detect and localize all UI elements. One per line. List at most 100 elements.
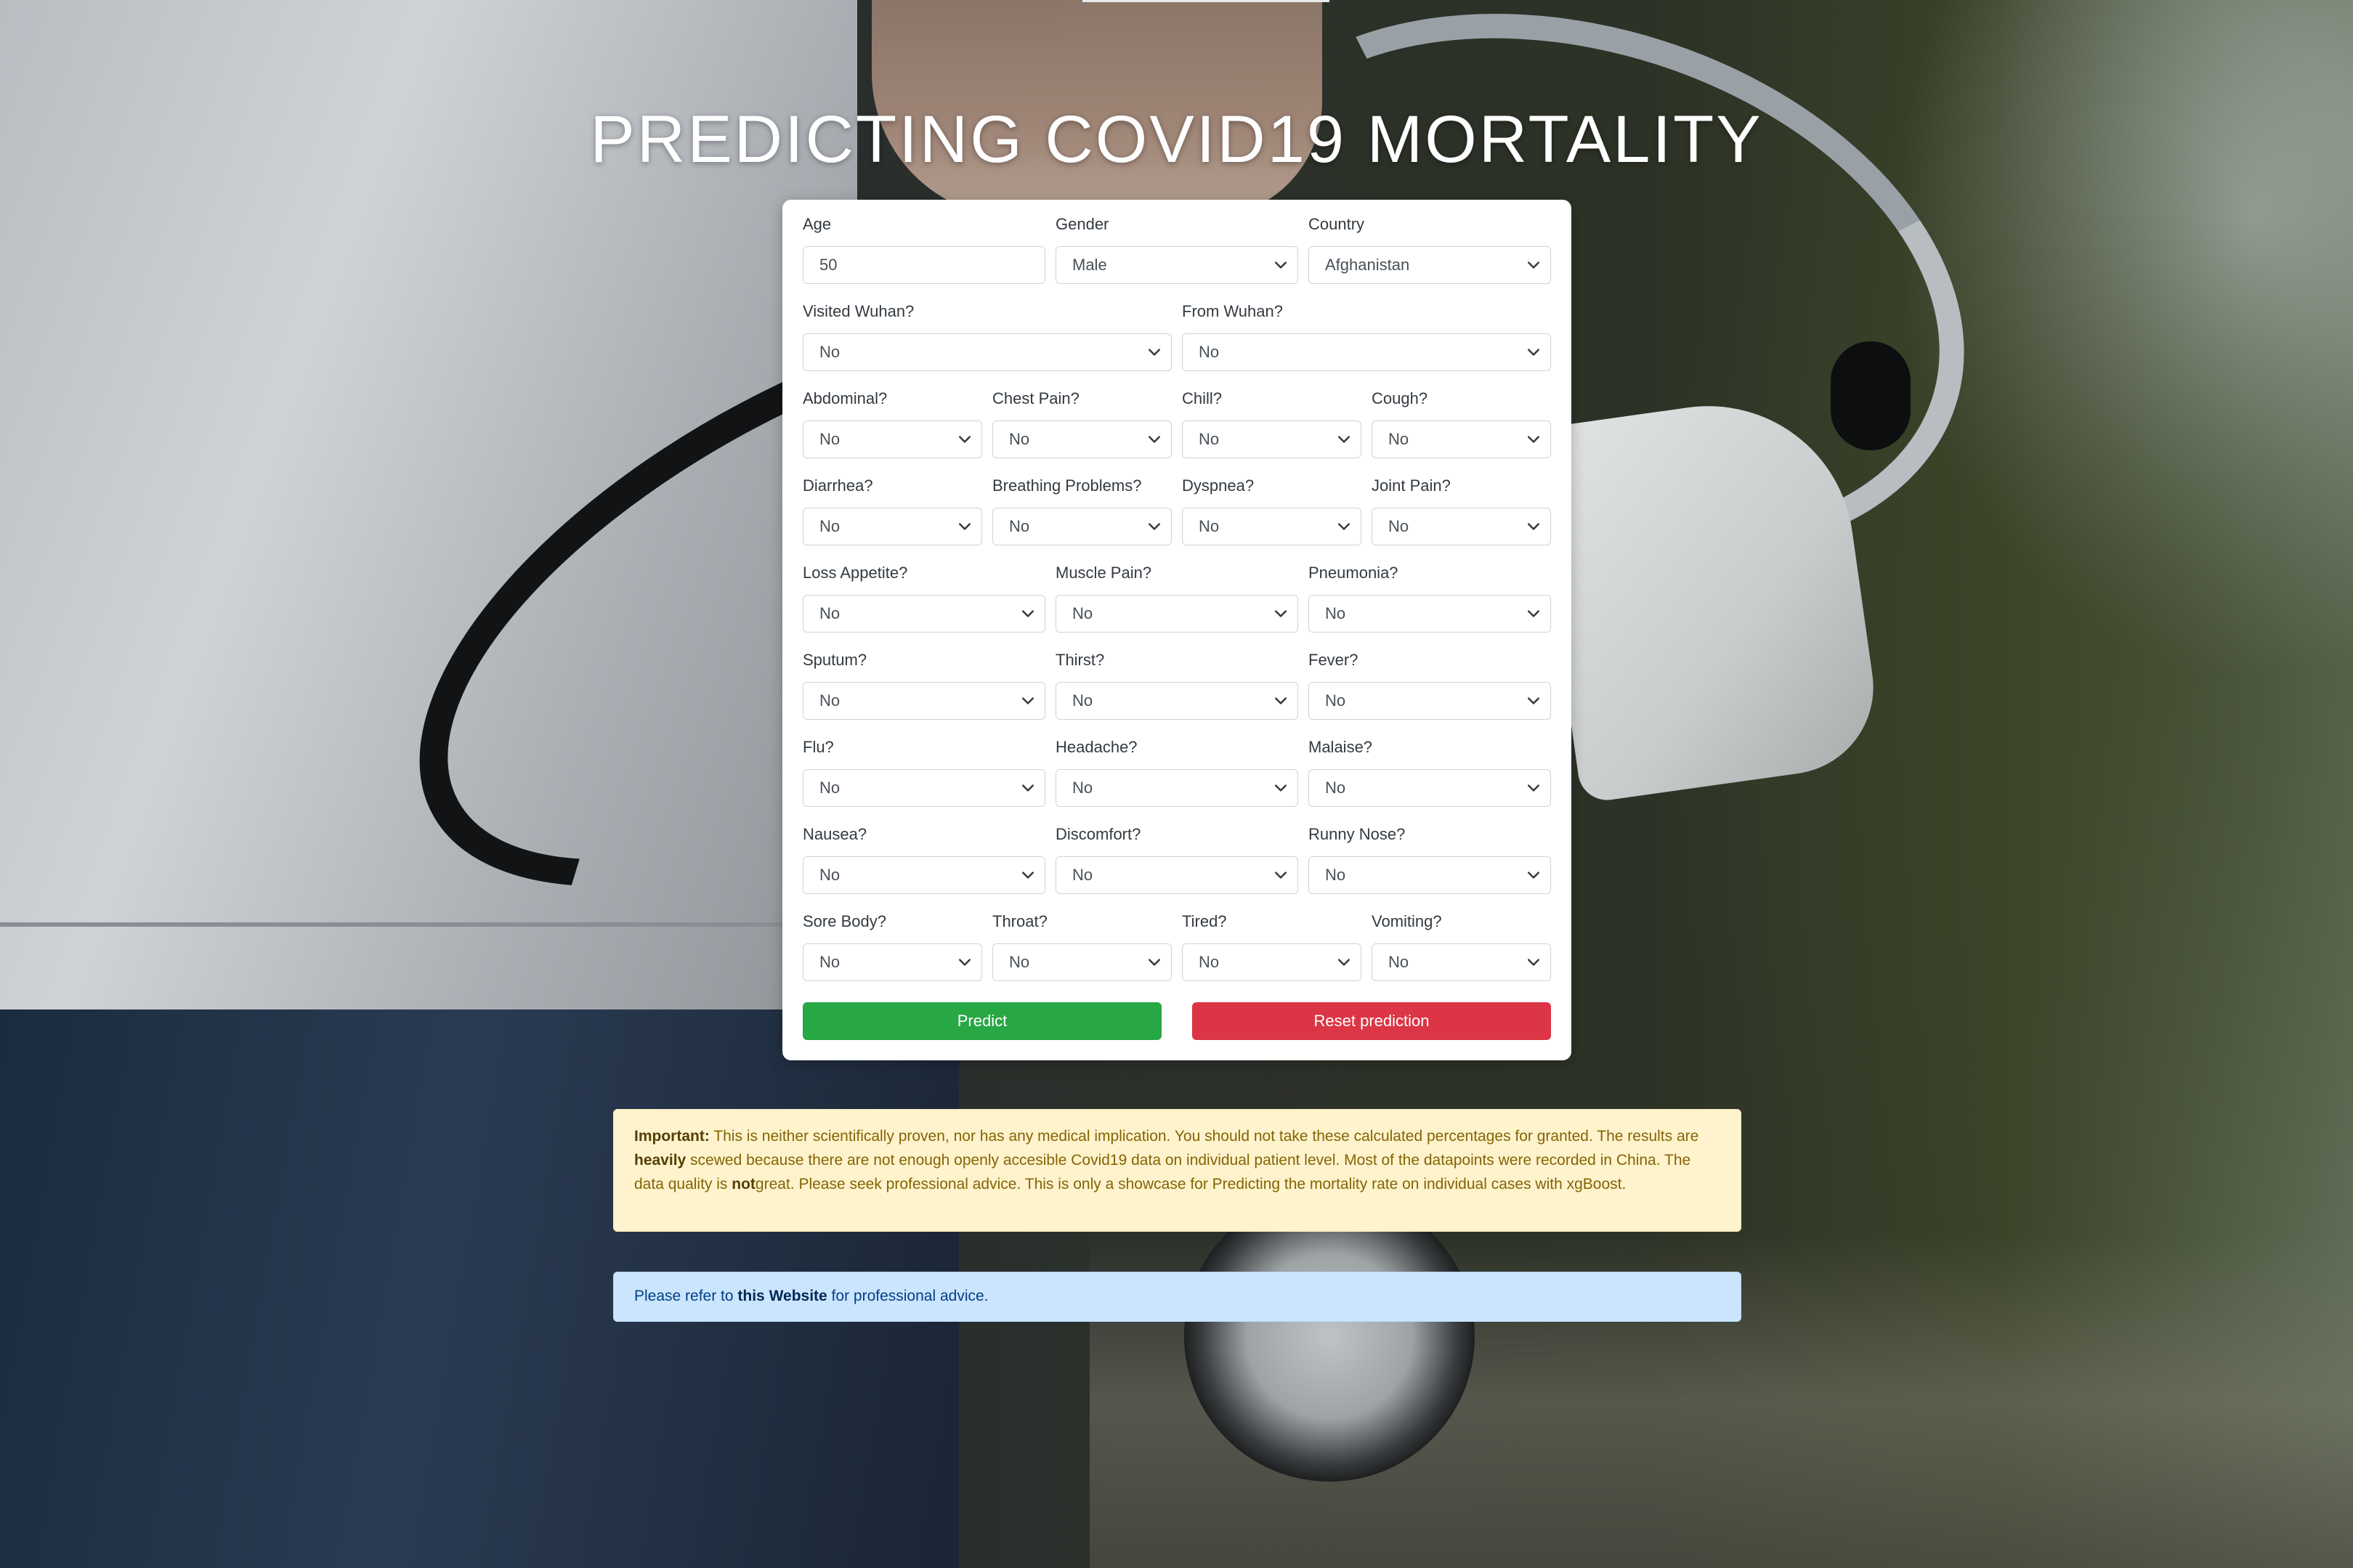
- country-label: Country: [1308, 215, 1365, 233]
- gender-select[interactable]: Male: [1056, 246, 1298, 284]
- age-input[interactable]: 50: [803, 246, 1045, 284]
- cough-field: Cough? No: [1372, 374, 1551, 458]
- form-row-symptoms-5: Flu? No Headache? No Malaise? No: [803, 723, 1551, 807]
- nausea-field: Nausea? No: [803, 810, 1045, 894]
- gender-label: Gender: [1056, 215, 1109, 233]
- malaise-field: Malaise? No: [1308, 723, 1551, 807]
- headache-field: Headache? No: [1056, 723, 1298, 807]
- chest-pain-label: Chest Pain?: [992, 389, 1080, 407]
- muscle-pain-select[interactable]: No: [1056, 595, 1298, 633]
- abdominal-field: Abdominal? No: [803, 374, 982, 458]
- vomiting-select[interactable]: No: [1372, 943, 1551, 981]
- chill-select[interactable]: No: [1182, 421, 1361, 458]
- malaise-label: Malaise?: [1308, 738, 1373, 756]
- diarrhea-select[interactable]: No: [803, 508, 982, 545]
- gender-field: Gender Male: [1056, 200, 1298, 284]
- chevron-down-icon: [1527, 259, 1540, 272]
- dyspnea-value: No: [1199, 517, 1220, 535]
- pneumonia-field: Pneumonia? No: [1308, 548, 1551, 633]
- form-row-symptoms-2: Diarrhea? No Breathing Problems? No Dysp…: [803, 461, 1551, 545]
- nausea-select[interactable]: No: [803, 856, 1045, 894]
- background-stethoscope-earpiece: [1831, 341, 1911, 450]
- nausea-value: No: [819, 866, 841, 884]
- visited-wuhan-select[interactable]: No: [803, 333, 1172, 371]
- chevron-down-icon: [1148, 346, 1161, 359]
- reset-prediction-button[interactable]: Reset prediction: [1192, 1002, 1551, 1040]
- from-wuhan-label: From Wuhan?: [1182, 302, 1283, 320]
- background-coat-hem: [0, 922, 835, 927]
- chevron-down-icon: [1021, 694, 1034, 707]
- malaise-select[interactable]: No: [1308, 769, 1551, 807]
- advice-alert: Please refer to this Website for profess…: [613, 1272, 1741, 1322]
- breathing-problems-select[interactable]: No: [992, 508, 1172, 545]
- joint-pain-label: Joint Pain?: [1372, 476, 1451, 495]
- chevron-down-icon: [1337, 520, 1350, 533]
- chevron-down-icon: [1274, 259, 1287, 272]
- chevron-down-icon: [1527, 869, 1540, 882]
- pneumonia-select[interactable]: No: [1308, 595, 1551, 633]
- loss-appetite-field: Loss Appetite? No: [803, 548, 1045, 633]
- prediction-form-card: Age 50 Gender Male Country Afghanistan V…: [782, 200, 1571, 1060]
- chevron-down-icon: [1527, 607, 1540, 620]
- abdominal-select[interactable]: No: [803, 421, 982, 458]
- country-select[interactable]: Afghanistan: [1308, 246, 1551, 284]
- diarrhea-value: No: [819, 517, 841, 535]
- cough-select[interactable]: No: [1372, 421, 1551, 458]
- cough-label: Cough?: [1372, 389, 1428, 407]
- disclaimer-heavily: heavily: [634, 1152, 687, 1169]
- chevron-down-icon: [1021, 607, 1034, 620]
- sputum-label: Sputum?: [803, 651, 867, 669]
- chevron-down-icon: [1021, 781, 1034, 795]
- visited-wuhan-label: Visited Wuhan?: [803, 302, 915, 320]
- advice-text-before: Please refer to: [634, 1288, 738, 1304]
- chest-pain-select[interactable]: No: [992, 421, 1172, 458]
- chill-label: Chill?: [1182, 389, 1223, 407]
- form-row-symptoms-6: Nausea? No Discomfort? No Runny Nose? No: [803, 810, 1551, 894]
- vomiting-label: Vomiting?: [1372, 912, 1442, 930]
- background-stethoscope-chestpiece: [1184, 1191, 1475, 1482]
- sore-body-value: No: [819, 953, 841, 971]
- form-row-symptoms-3: Loss Appetite? No Muscle Pain? No Pneumo…: [803, 548, 1551, 633]
- flu-value: No: [819, 779, 841, 797]
- runny-nose-value: No: [1325, 866, 1346, 884]
- chevron-down-icon: [1148, 956, 1161, 969]
- country-value: Afghanistan: [1325, 256, 1410, 274]
- age-value: 50: [819, 256, 838, 274]
- loss-appetite-value: No: [819, 604, 841, 622]
- advice-website-link[interactable]: this Website: [737, 1288, 827, 1304]
- chevron-down-icon: [1021, 869, 1034, 882]
- headache-select[interactable]: No: [1056, 769, 1298, 807]
- sputum-select[interactable]: No: [803, 682, 1045, 720]
- throat-field: Throat? No: [992, 897, 1172, 981]
- joint-pain-field: Joint Pain? No: [1372, 461, 1551, 545]
- sputum-value: No: [819, 691, 841, 710]
- vomiting-field: Vomiting? No: [1372, 897, 1551, 981]
- throat-select[interactable]: No: [992, 943, 1172, 981]
- chevron-down-icon: [1527, 520, 1540, 533]
- chevron-down-icon: [1527, 956, 1540, 969]
- chevron-down-icon: [1148, 520, 1161, 533]
- thirst-select[interactable]: No: [1056, 682, 1298, 720]
- flu-select[interactable]: No: [803, 769, 1045, 807]
- top-edge-bar: [1082, 0, 1329, 2]
- from-wuhan-select[interactable]: No: [1182, 333, 1551, 371]
- sore-body-field: Sore Body? No: [803, 897, 982, 981]
- country-field: Country Afghanistan: [1308, 200, 1551, 284]
- breathing-problems-field: Breathing Problems? No: [992, 461, 1172, 545]
- predict-button[interactable]: Predict: [803, 1002, 1162, 1040]
- chevron-down-icon: [1274, 869, 1287, 882]
- sore-body-label: Sore Body?: [803, 912, 886, 930]
- flu-label: Flu?: [803, 738, 834, 756]
- chest-pain-field: Chest Pain? No: [992, 374, 1172, 458]
- chevron-down-icon: [1337, 433, 1350, 446]
- fever-select[interactable]: No: [1308, 682, 1551, 720]
- chevron-down-icon: [1274, 607, 1287, 620]
- tired-select[interactable]: No: [1182, 943, 1361, 981]
- loss-appetite-select[interactable]: No: [803, 595, 1045, 633]
- joint-pain-select[interactable]: No: [1372, 508, 1551, 545]
- advice-text-after: for professional advice.: [827, 1288, 989, 1304]
- dyspnea-select[interactable]: No: [1182, 508, 1361, 545]
- discomfort-select[interactable]: No: [1056, 856, 1298, 894]
- runny-nose-select[interactable]: No: [1308, 856, 1551, 894]
- sore-body-select[interactable]: No: [803, 943, 982, 981]
